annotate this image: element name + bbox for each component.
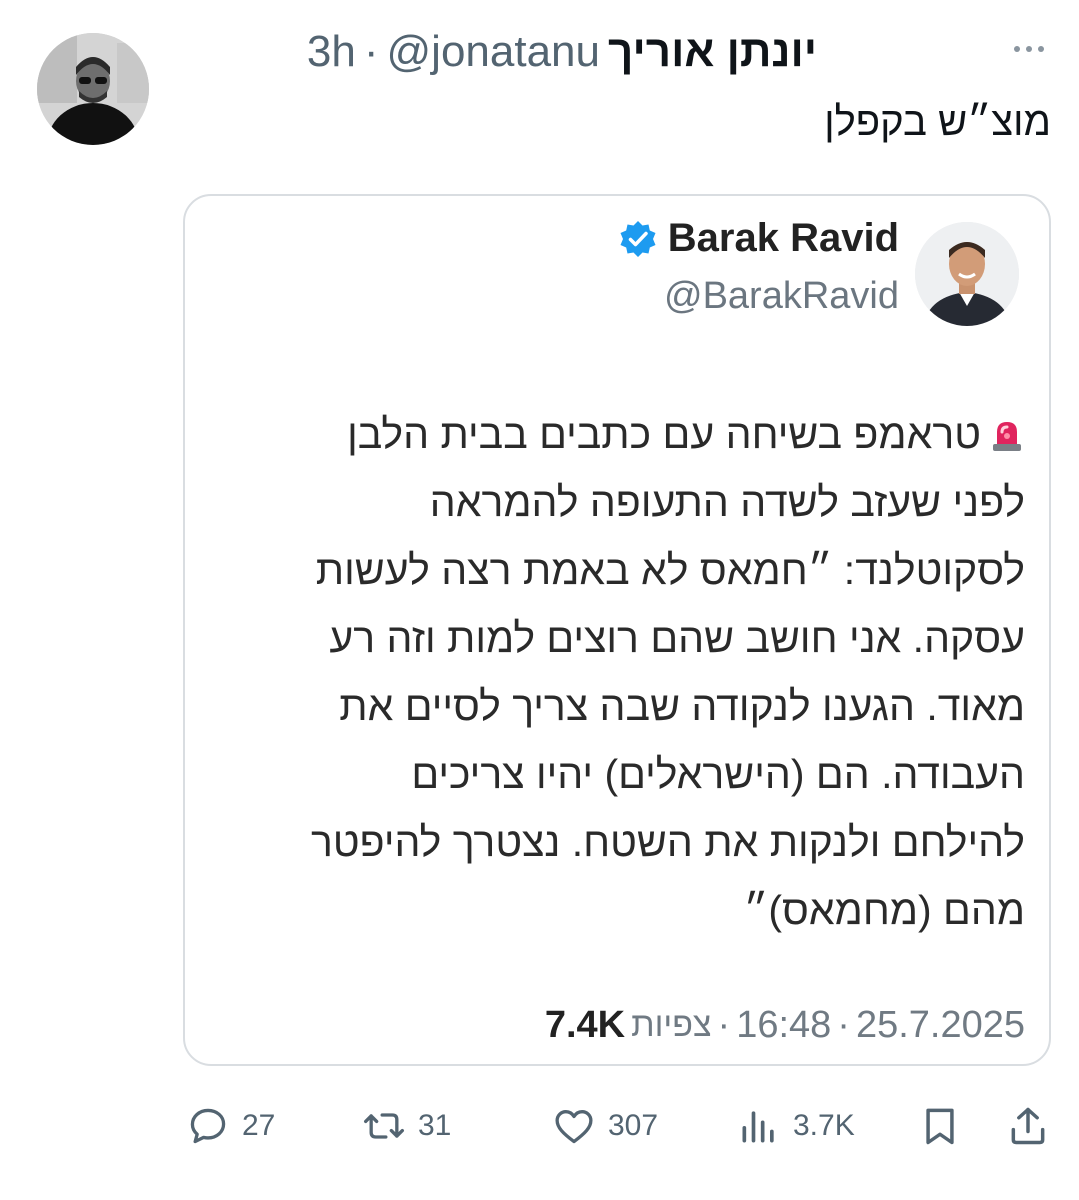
- post-time[interactable]: 3h: [307, 27, 356, 77]
- author-avatar-image: [37, 33, 149, 145]
- quoted-post-text: טראמפ בשיחה עם כתבים בבית הלבן לפני שעזב…: [225, 400, 1025, 944]
- quoted-text-line-6: העבודה. הם (הישראלים) יהיו צריכים: [411, 751, 1025, 797]
- rotating-light-emoji-icon: [993, 422, 1021, 451]
- reply-count: 27: [242, 1109, 276, 1142]
- reply-button[interactable]: 27: [186, 1100, 275, 1152]
- quoted-views-count: 7.4K: [544, 1004, 626, 1046]
- views-count: 3.7K: [793, 1109, 855, 1142]
- heart-icon: [555, 1110, 593, 1144]
- quoted-text-line: טראמפ בשיחה עם כתבים בבית הלבן: [225, 400, 1025, 468]
- quoted-post-meta: 7.4K צפיות · 16:48 · 25.7.2025: [545, 1004, 1025, 1047]
- post-text: מוצ״ש בקפלן: [824, 100, 1051, 144]
- views-button[interactable]: 3.7K: [737, 1100, 855, 1152]
- quoted-text-line-8: מהם (מחמאס)״: [743, 887, 1025, 933]
- like-count: 307: [608, 1109, 659, 1142]
- more-horizontal-icon[interactable]: [1009, 34, 1049, 64]
- share-icon: [1011, 1107, 1045, 1145]
- author-avatar[interactable]: [37, 33, 149, 145]
- repost-count: 31: [418, 1109, 452, 1142]
- quoted-text-line-2: לפני שעזב לשדה התעופה להמראה: [429, 479, 1025, 525]
- like-button[interactable]: 307: [552, 1100, 658, 1152]
- bookmark-icon: [926, 1108, 954, 1145]
- repost-button[interactable]: 31: [362, 1100, 451, 1152]
- post-header: יונתן אוריך @jonatanu · 3h: [307, 22, 817, 82]
- quoted-time: 16:48: [736, 1004, 832, 1046]
- quoted-text-line-3: לסקוטלנד: ״חמאס לא באמת רצה לעשות: [315, 547, 1025, 593]
- quoted-author-avatar: [915, 222, 1019, 326]
- author-display-name[interactable]: יונתן אוריך: [608, 27, 817, 77]
- quoted-date: 25.7.2025: [855, 1004, 1025, 1046]
- separator-dot: ·: [363, 27, 379, 76]
- quoted-text-line-5: מאוד. הגענו לנקודה שבה צריך לסיים את: [339, 683, 1025, 729]
- quoted-author-handle: @BarakRavid: [664, 275, 899, 317]
- quoted-text-line-7: להילחם ולנקות את השטח. נצטרך להיפטר: [310, 819, 1025, 865]
- meta-separator: ·: [717, 1004, 731, 1046]
- share-button[interactable]: [1006, 1100, 1050, 1152]
- quoted-text-line-4: עסקה. אני חושב שהם רוצים למות וזה רע: [329, 615, 1025, 661]
- author-handle[interactable]: @jonatanu: [387, 27, 601, 77]
- quoted-views-label: צפיות: [631, 1006, 712, 1044]
- quoted-avatar-image: [915, 222, 1019, 326]
- quoted-author-name-row: Barak Ravid: [618, 216, 899, 261]
- quoted-text-line-1: טראמפ בשיחה עם כתבים בבית הלבן: [347, 411, 981, 457]
- quoted-author-name: Barak Ravid: [667, 216, 899, 260]
- verified-badge-icon: [620, 220, 656, 257]
- reply-icon: [190, 1108, 226, 1144]
- meta-separator: ·: [837, 1004, 850, 1046]
- bookmark-button[interactable]: [918, 1100, 962, 1152]
- repost-icon: [364, 1113, 404, 1139]
- analytics-icon: [742, 1111, 774, 1143]
